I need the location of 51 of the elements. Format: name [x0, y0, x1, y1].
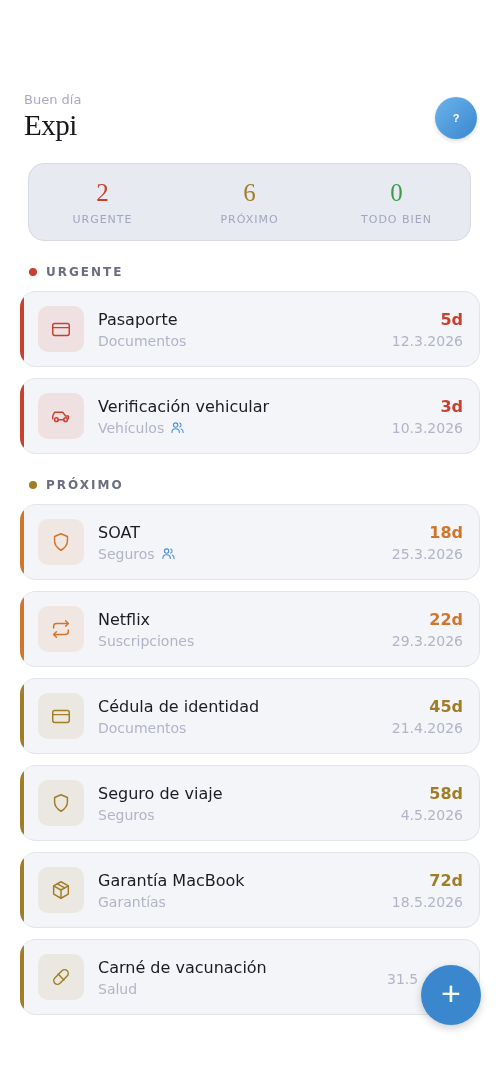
due-date: 12.3.2026	[391, 332, 463, 349]
item-name: Carné de vacunación	[98, 957, 268, 977]
item-name: Garantía MacBook	[98, 870, 246, 890]
stat-label: TODO BIEN	[361, 212, 432, 226]
stat-label: URGENTE	[72, 212, 133, 226]
item-category: Suscripciones	[98, 632, 195, 649]
stat-count: 6	[243, 178, 256, 207]
due-date: 4.5.2026	[400, 806, 463, 823]
item-category: Seguros	[98, 545, 155, 562]
section-title: URGENTE	[46, 265, 124, 279]
stat-count: 0	[390, 178, 403, 207]
stat-label: PRÓXIMO	[220, 212, 279, 226]
days-left: 3d	[440, 396, 463, 416]
item-card[interactable]: Verificación vehicular Vehículos 3d 10.3.2026	[20, 378, 480, 454]
pill-icon	[50, 966, 72, 988]
item-card[interactable]: Cédula de identidad Documentos 45d 21.4.2026	[20, 678, 480, 754]
days-left: 72d	[429, 870, 463, 890]
days-left: 5d	[440, 309, 463, 329]
days-left: 58d	[429, 783, 463, 803]
section-title: PRÓXIMO	[46, 478, 124, 492]
due-date: 31.5	[387, 971, 419, 987]
due-date: 21.4.2026	[391, 719, 463, 736]
item-category: Vehículos	[98, 419, 165, 436]
item-name: Seguro de viaje	[98, 783, 224, 803]
due-date: 29.3.2026	[391, 632, 463, 649]
item-category: Seguros	[98, 806, 155, 823]
due-date: 10.3.2026	[391, 419, 463, 436]
item-card[interactable]: Pasaporte Documentos 5d 12.3.2026	[20, 291, 480, 367]
item-name: Cédula de identidad	[98, 696, 261, 716]
repeat-arrows-icon	[50, 618, 72, 640]
item-category: Salud	[98, 980, 138, 997]
item-category: Documentos	[98, 332, 187, 349]
item-category: Documentos	[98, 719, 187, 736]
item-card[interactable]: Garantía MacBook Garantías 72d 18.5.2026	[20, 852, 480, 928]
item-name: Netflix	[98, 609, 152, 629]
box-icon	[50, 879, 72, 901]
item-name: Pasaporte	[98, 309, 179, 329]
stat-count: 2	[96, 178, 109, 207]
days-left: 45d	[429, 696, 463, 716]
item-card[interactable]: Seguro de viaje Seguros 58d 4.5.2026	[20, 765, 480, 841]
greeting-text: Buen día	[24, 92, 82, 107]
app-title: Expi	[24, 109, 78, 142]
item-name: Verificación vehicular	[98, 396, 271, 416]
due-date: 18.5.2026	[391, 893, 463, 910]
days-left: 18d	[429, 522, 463, 542]
due-date: 25.3.2026	[391, 545, 463, 562]
item-card[interactable]: Netflix Suscripciones 22d 29.3.2026	[20, 591, 480, 667]
item-name: SOAT	[98, 522, 141, 542]
item-category: Garantías	[98, 893, 166, 910]
item-card[interactable]: SOAT Seguros 18d 25.3.2026	[20, 504, 480, 580]
days-left: 22d	[429, 609, 463, 629]
